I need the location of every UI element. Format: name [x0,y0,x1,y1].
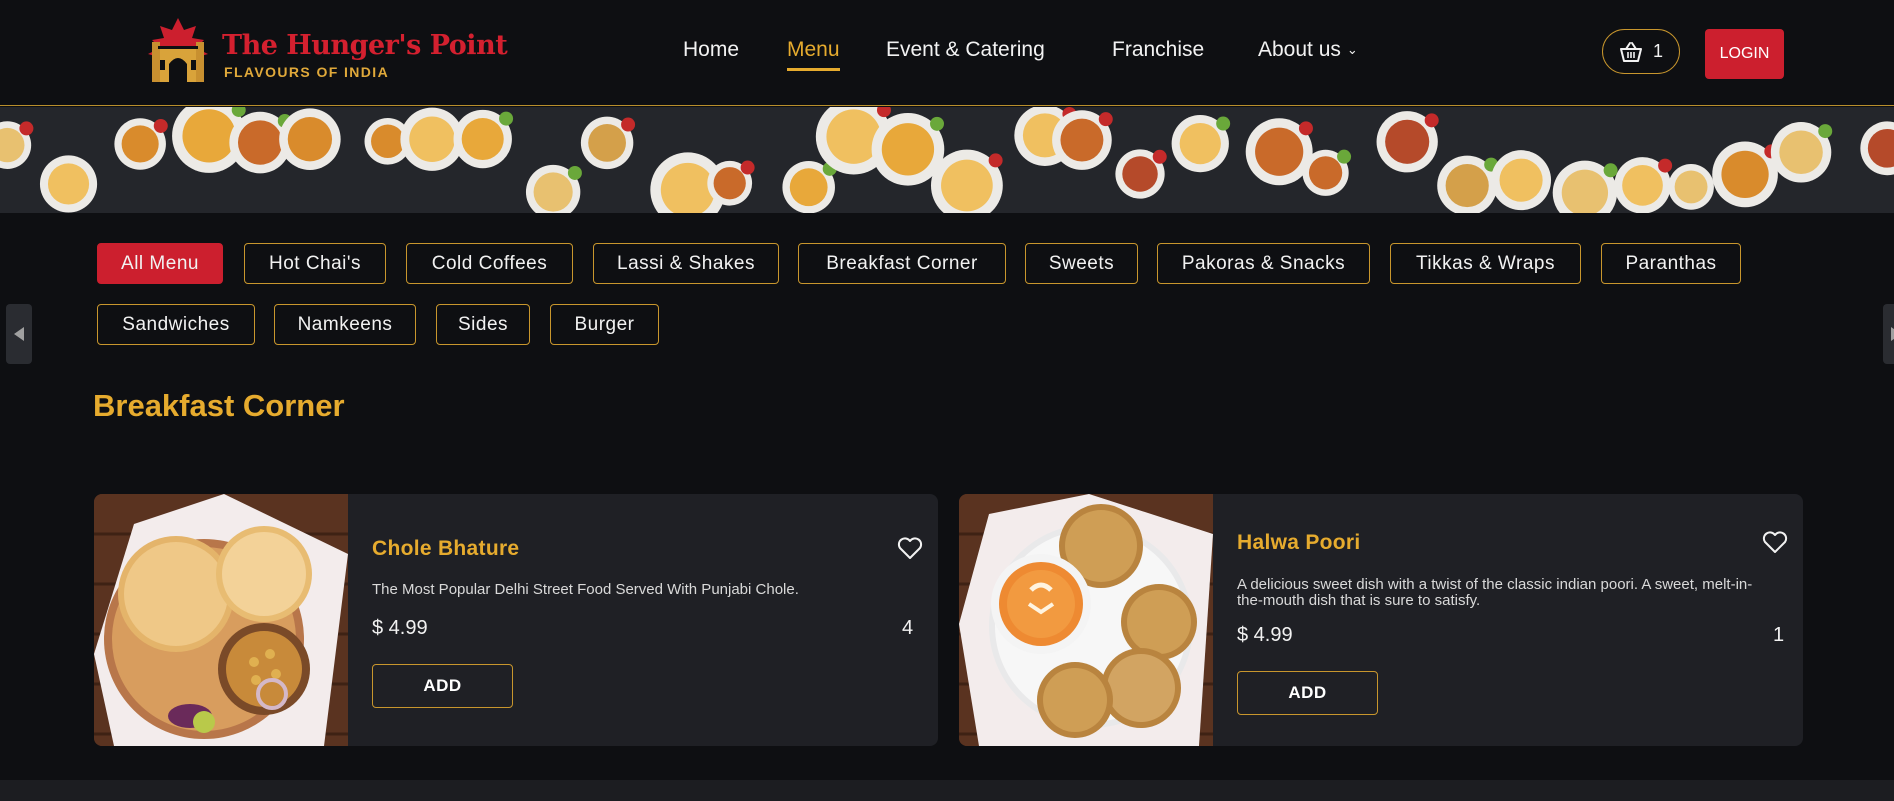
gate-maple-leaf-icon [148,18,208,82]
cart-button[interactable]: 1 [1602,29,1680,74]
category-sides[interactable]: Sides [436,304,530,345]
category-lassi-shakes[interactable]: Lassi & Shakes [593,243,779,284]
category-cold-coffees[interactable]: Cold Coffees [406,243,573,284]
triangle-right-icon [1891,327,1894,341]
category-pakoras-snacks[interactable]: Pakoras & Snacks [1157,243,1370,284]
item-quantity: 4 [902,617,914,639]
nav-menu[interactable]: Menu [787,38,840,71]
item-name[interactable]: Halwa Poori [1237,531,1361,555]
menu-item-card: Chole Bhature The Most Popular Delhi Str… [94,494,938,746]
cart-count: 1 [1652,41,1663,61]
brand-tagline: FLAVOURS OF INDIA [224,64,390,80]
chevron-down-icon: ⌄ [1346,42,1358,58]
menu-item-card: Halwa Poori A delicious sweet dish with … [959,494,1803,746]
active-nav-underline [787,68,840,71]
footer-strip [0,780,1894,801]
scroll-left-arrow[interactable] [6,304,32,364]
heart-icon[interactable] [897,536,923,560]
brand-name: The Hunger's Point [222,30,508,61]
category-namkeens[interactable]: Namkeens [274,304,416,345]
item-description: A delicious sweet dish with a twist of t… [1237,576,1753,609]
item-quantity: 1 [1773,624,1785,646]
category-sweets[interactable]: Sweets [1025,243,1138,284]
category-tikkas-wraps[interactable]: Tikkas & Wraps [1390,243,1581,284]
category-sandwiches[interactable]: Sandwiches [97,304,255,345]
nav-menu-label: Menu [787,38,840,61]
brand-logo[interactable]: The Hunger's Point FLAVOURS OF INDIA [138,16,508,86]
chole-bhature-image [94,494,348,746]
category-burger[interactable]: Burger [550,304,659,345]
item-price: $ 4.99 [1237,624,1293,646]
item-price: $ 4.99 [372,617,428,639]
category-paranthas[interactable]: Paranthas [1601,243,1741,284]
login-button[interactable]: LOGIN [1705,29,1784,79]
category-breakfast-corner[interactable]: Breakfast Corner [798,243,1006,284]
category-hot-chais[interactable]: Hot Chai's [244,243,386,284]
food-plates-banner-image [0,107,1894,213]
nav-home[interactable]: Home [683,38,739,62]
nav-event-catering[interactable]: Event & Catering [886,38,1045,62]
heart-icon[interactable] [1762,530,1788,554]
item-description: The Most Popular Delhi Street Food Serve… [372,581,799,598]
scroll-right-arrow[interactable] [1883,304,1894,364]
section-title: Breakfast Corner [93,388,345,423]
add-to-cart-button[interactable]: ADD [1237,671,1378,715]
basket-icon [1619,41,1642,62]
category-all-menu[interactable]: All Menu [97,243,223,284]
nav-about-us-label: About us [1258,38,1341,61]
nav-franchise[interactable]: Franchise [1112,38,1204,62]
site-header: The Hunger's Point FLAVOURS OF INDIA Hom… [0,0,1894,106]
add-to-cart-button[interactable]: ADD [372,664,513,708]
halwa-poori-image [959,494,1213,746]
nav-about-us[interactable]: About us ⌄ [1258,38,1358,62]
food-banner [0,107,1894,213]
item-name[interactable]: Chole Bhature [372,537,519,561]
triangle-left-icon [14,327,24,341]
